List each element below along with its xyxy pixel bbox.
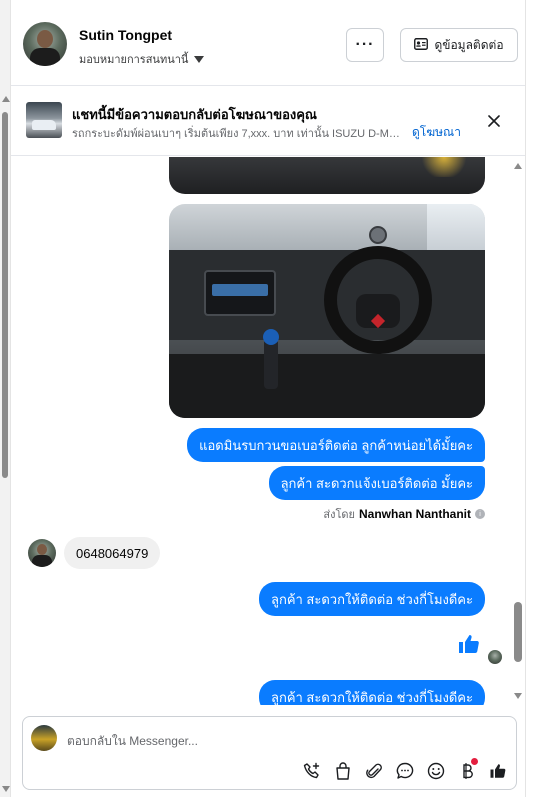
outgoing-message[interactable]: ลูกค้า สะดวกให้ติดต่อ ช่วงกี่โมงดีคะ <box>258 582 485 616</box>
caret-down-icon <box>194 55 205 63</box>
thread-scrollbar[interactable] <box>511 157 525 705</box>
scroll-thumb[interactable] <box>514 602 522 662</box>
message-composer[interactable]: ตอบกลับใน Messenger... <box>22 716 517 790</box>
incoming-message[interactable]: 0648064979 <box>64 537 161 569</box>
sent-by-prefix: ส่งโดย <box>323 509 355 521</box>
conversation-header: Sutin Tongpet มอบหมายการสนทนานี้ ··· ดูข… <box>11 0 525 86</box>
thumbs-up-icon[interactable] <box>488 761 508 781</box>
reply-input[interactable]: ตอบกลับใน Messenger... <box>67 732 198 751</box>
scroll-up-arrow[interactable] <box>514 163 522 169</box>
ad-banner-description: รถกระบะดัมพ์ผ่อนเบาๆ เริ่มต้นเพียง 7,xxx… <box>72 128 407 140</box>
assign-conversation-dropdown[interactable]: มอบหมายการสนทนานี้ <box>79 50 205 68</box>
attach-icon[interactable] <box>364 761 384 781</box>
ad-reply-banner: แชทนี้มีข้อความตอบกลับต่อโฆษณาของคุณ รถก… <box>11 86 525 156</box>
sent-by-name: Nanwhan Nanthanit <box>358 507 471 521</box>
emoji-icon[interactable] <box>426 761 446 781</box>
seen-avatar <box>488 650 502 664</box>
message-photo[interactable] <box>169 157 485 194</box>
contact-name[interactable]: Sutin Tongpet <box>79 27 172 43</box>
more-icon: ··· <box>355 36 375 53</box>
page-avatar <box>31 725 57 751</box>
scroll-down-arrow[interactable] <box>2 786 10 792</box>
info-icon[interactable]: i <box>475 509 485 519</box>
close-icon[interactable] <box>485 112 503 130</box>
ad-banner-title: แชทนี้มีข้อความตอบกลับต่อโฆษณาของคุณ <box>72 107 317 122</box>
message-thread[interactable]: แอดมินรบกวนขอเบอร์ติดต่อ ลูกค้าหน่อยได้ม… <box>11 157 511 705</box>
contact-avatar[interactable] <box>23 22 67 66</box>
incoming-message-row: 0648064979 <box>28 537 161 569</box>
outgoing-message[interactable]: แอดมินรบกวนขอเบอร์ติดต่อ ลูกค้าหน่อยได้ม… <box>187 428 485 462</box>
outgoing-message[interactable]: ลูกค้า สะดวกแจ้งเบอร์ติดต่อ มั้ยคะ <box>268 466 485 500</box>
sent-by-label: ส่งโดย Nanwhan Nanthanit i <box>323 505 485 523</box>
notification-dot <box>471 758 478 765</box>
right-panel-edge <box>525 0 545 797</box>
left-scrollbar[interactable] <box>0 0 11 797</box>
view-ad-link[interactable]: ดูโฆษณา <box>412 123 461 142</box>
assign-label: มอบหมายการสนทนานี้ <box>79 54 189 66</box>
contact-card-icon <box>414 37 429 53</box>
view-contact-button[interactable]: ดูข้อมูลติดต่อ <box>400 28 518 62</box>
scroll-up-arrow[interactable] <box>2 96 10 102</box>
like-icon[interactable] <box>457 632 481 656</box>
ad-thumbnail[interactable] <box>26 102 62 138</box>
bag-icon[interactable] <box>333 761 353 781</box>
composer-toolbar <box>302 758 508 781</box>
outgoing-message[interactable]: ลูกค้า สะดวกให้ติดต่อ ช่วงกี่โมงดีคะ <box>258 680 485 705</box>
view-contact-label: ดูข้อมูลติดต่อ <box>434 37 504 52</box>
scroll-down-arrow[interactable] <box>514 693 522 699</box>
baht-icon[interactable] <box>457 758 478 781</box>
scroll-thumb[interactable] <box>2 112 8 478</box>
call-add-icon[interactable] <box>302 761 322 781</box>
contact-avatar[interactable] <box>28 539 56 567</box>
chat-icon[interactable] <box>395 761 415 781</box>
more-options-button[interactable]: ··· <box>346 28 384 62</box>
message-photo[interactable] <box>169 204 485 418</box>
